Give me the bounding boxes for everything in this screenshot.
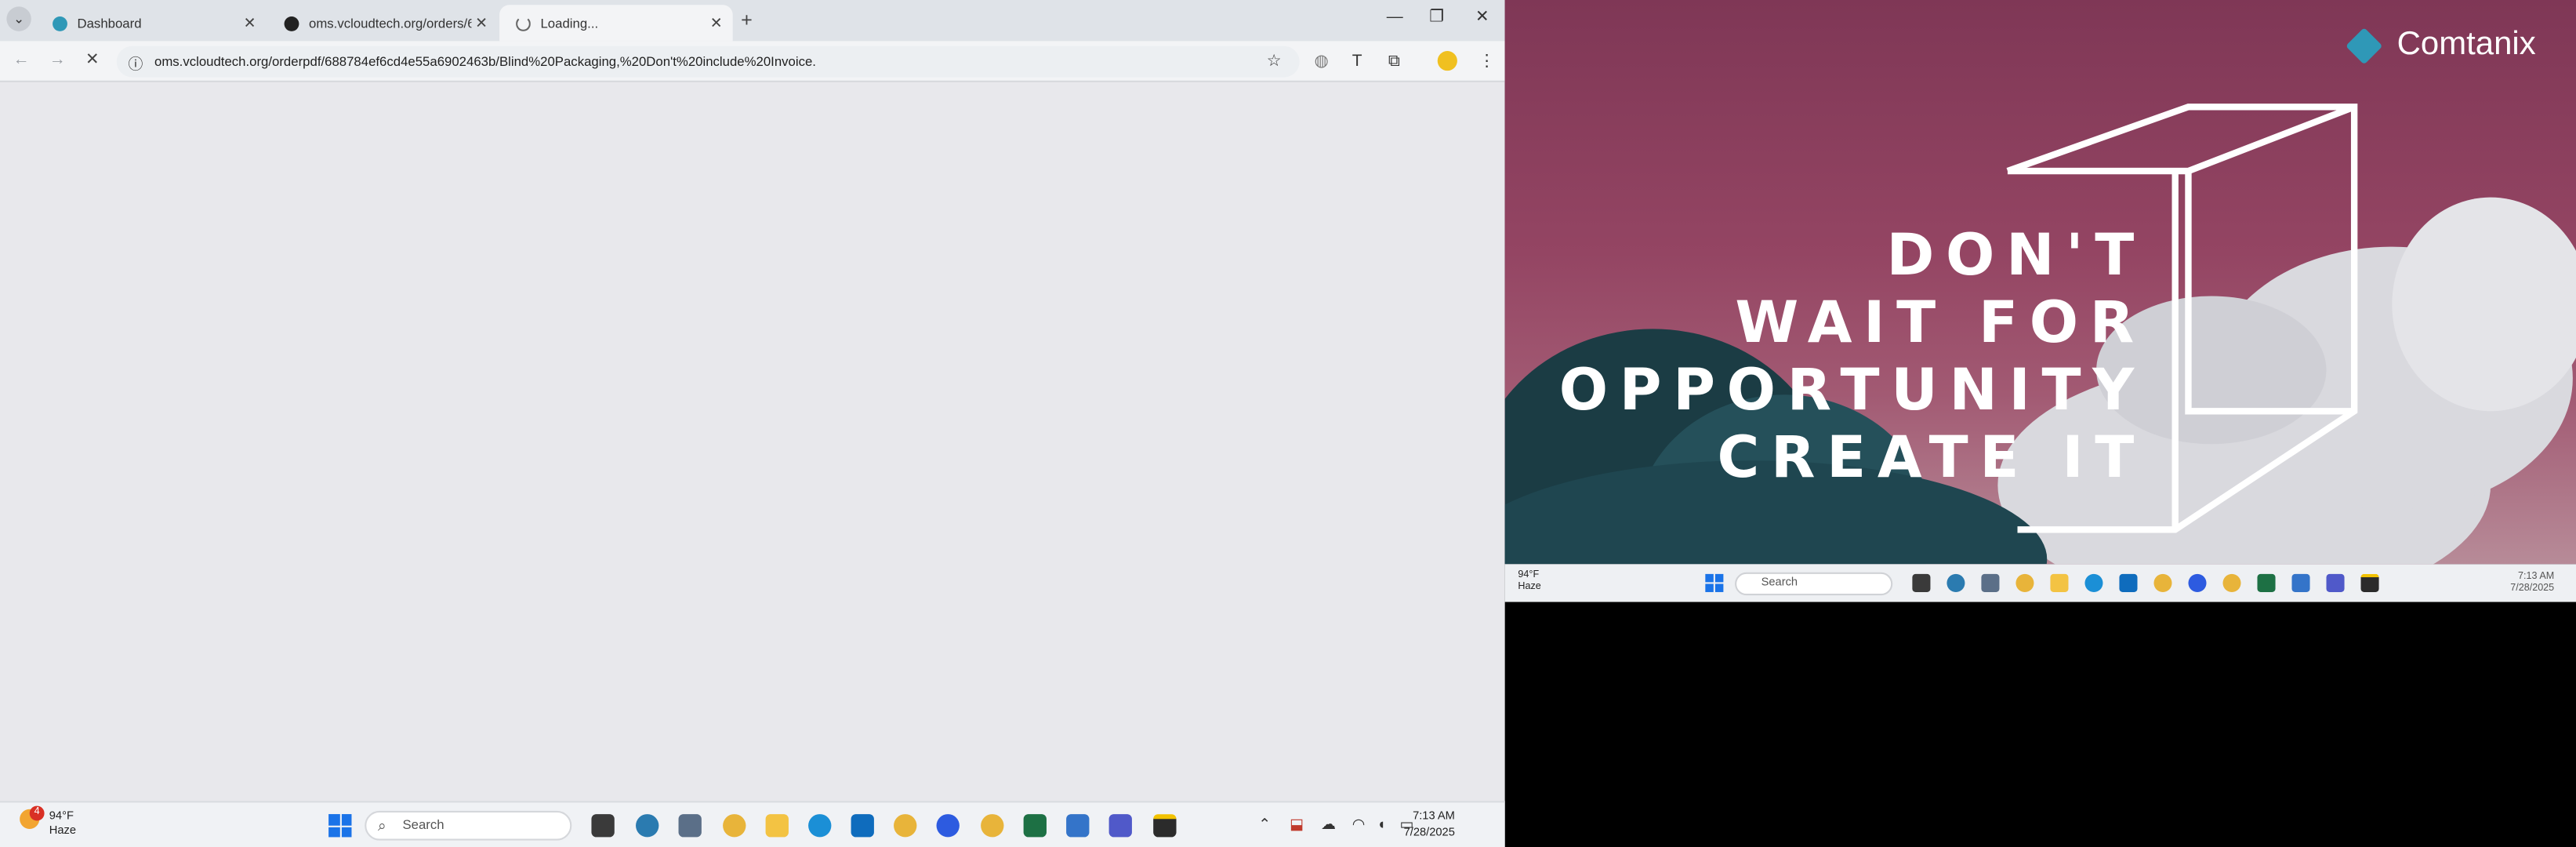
- remote-calculator-icon[interactable]: [1981, 573, 2000, 592]
- windows-taskbar: 4 94°F Haze ⌕ Search ⌃ ⬓ ☁ ◠ ◖ ▭ 7:13 AM…: [0, 801, 1505, 847]
- volume-icon[interactable]: ◖: [1377, 816, 1385, 832]
- tray-security-icon[interactable]: ⬓: [1290, 816, 1304, 834]
- new-tab-button[interactable]: +: [741, 8, 753, 31]
- comtanix-logo-icon: [2346, 26, 2383, 64]
- taskbar-clock[interactable]: 7:13 AM 7/28/2025: [1404, 809, 1455, 842]
- remote-zoom-icon[interactable]: [2188, 573, 2207, 592]
- search-placeholder: Search: [402, 817, 444, 833]
- remote-desktop-wallpaper: Comtanix DON'T WAIT FOR OPPORTUNITY CREA…: [1504, 0, 2576, 565]
- remote-file-explorer-icon[interactable]: [2050, 573, 2069, 592]
- tab-title: Dashboard: [77, 15, 142, 31]
- remote-clock-date: 7/28/2025: [2510, 583, 2555, 594]
- remote-chrome-profile-2-icon[interactable]: [2222, 573, 2241, 592]
- headline-line-3: OPPORTUNITY: [1558, 358, 2146, 425]
- clock-date: 7/28/2025: [1403, 827, 1455, 839]
- chrome-profile-2-icon[interactable]: [981, 814, 1004, 838]
- loading-spinner-icon: [516, 15, 531, 31]
- close-tab-icon[interactable]: ✕: [471, 14, 491, 32]
- excel-icon[interactable]: [1023, 814, 1047, 838]
- back-button[interactable]: ←: [13, 51, 30, 69]
- browser-window: ⌄ Dashboard ✕ oms.vcloudtech.org/orders/…: [0, 0, 1505, 847]
- tab-loading[interactable]: Loading... ✕: [499, 5, 733, 42]
- chrome-profile-icon[interactable]: [894, 814, 917, 838]
- remote-chrome-profile-icon[interactable]: [2153, 573, 2172, 592]
- weather-condition: Haze: [49, 825, 77, 838]
- search-icon: ⌕: [378, 817, 386, 834]
- app-globe-icon[interactable]: [636, 814, 659, 838]
- tab-title: Loading...: [540, 15, 599, 31]
- tab-dashboard[interactable]: Dashboard ✕: [36, 5, 266, 41]
- wifi-icon[interactable]: ◠: [1352, 816, 1365, 834]
- remote-taskbar: 94°F Haze Search 7:13 AM 7/28/2025: [1504, 564, 2576, 602]
- remote-clock-time: 7:13 AM: [2518, 572, 2555, 583]
- comtanix-logo: Comtanix: [2346, 26, 2536, 64]
- headline-line-4: CREATE IT: [1717, 426, 2146, 493]
- teams-icon[interactable]: [1108, 814, 1132, 838]
- remote-weather-condition: Haze: [1518, 582, 1541, 592]
- headline-line-1: DON'T: [1886, 224, 2146, 290]
- remote-weather-temp: 94°F: [1518, 570, 1540, 581]
- stop-loading-button[interactable]: ✕: [85, 51, 100, 69]
- bookmark-star-icon[interactable]: ☆: [1267, 53, 1282, 71]
- remote-search-placeholder: Search: [1761, 577, 1798, 589]
- tab-title: oms.vcloudtech.org/orders/68: [308, 15, 472, 31]
- tab-search-button[interactable]: ⌄: [6, 6, 31, 31]
- remote-weather-widget[interactable]: 94°F Haze: [1518, 571, 1540, 594]
- remote-taskbar-clock[interactable]: 7:13 AM 7/28/2025: [2510, 573, 2554, 595]
- weather-widget[interactable]: 4 94°F Haze: [20, 805, 77, 839]
- remote-taskbar-search[interactable]: Search: [1735, 572, 1893, 596]
- remote-task-view-icon[interactable]: [1912, 573, 1931, 592]
- tray-cloud-icon[interactable]: ☁: [1321, 816, 1336, 834]
- dashboard-favicon: [53, 15, 67, 31]
- brand-name: Comtanix: [2396, 26, 2536, 63]
- file-explorer-icon[interactable]: [765, 814, 789, 838]
- remote-chrome-icon[interactable]: [2015, 573, 2034, 592]
- close-tab-icon[interactable]: ✕: [240, 14, 259, 32]
- close-tab-icon[interactable]: ✕: [706, 14, 726, 32]
- outlook-icon[interactable]: [851, 814, 874, 838]
- headline-line-2: WAIT FOR: [1735, 291, 2146, 358]
- wallpaper-headline: DON'T WAIT FOR OPPORTUNITY CREATE IT: [1559, 224, 2146, 493]
- site-info-icon[interactable]: ⓘ: [128, 53, 143, 74]
- oms-favicon: [284, 15, 299, 31]
- remote-edge-icon[interactable]: [2084, 573, 2103, 592]
- weather-temp: 94°F: [49, 810, 74, 823]
- remote-globe-icon[interactable]: [1947, 573, 1965, 592]
- extension-globe-icon[interactable]: ◍: [1315, 53, 1329, 71]
- remote-teams-icon[interactable]: [2326, 573, 2345, 592]
- tray-chevron-icon[interactable]: ⌃: [1258, 816, 1271, 834]
- remote-photos-icon[interactable]: [2291, 573, 2310, 592]
- task-view-icon[interactable]: [591, 814, 615, 838]
- clock-time: 7:13 AM: [1413, 810, 1455, 823]
- browser-toolbar: ← → ✕ ⓘ oms.vcloudtech.org/orderpdf/6887…: [0, 41, 1505, 82]
- forward-button[interactable]: →: [49, 51, 66, 69]
- taskbar-search[interactable]: ⌕ Search: [365, 810, 572, 841]
- url-text[interactable]: oms.vcloudtech.org/orderpdf/688784ef6cd4…: [154, 54, 816, 69]
- restore-button[interactable]: ❐: [1429, 8, 1444, 26]
- photos-icon[interactable]: [1066, 814, 1090, 838]
- extensions-puzzle-icon[interactable]: ⧉: [1388, 53, 1400, 71]
- remote-sticky-notes-icon[interactable]: [2360, 573, 2379, 592]
- start-button[interactable]: [328, 814, 352, 838]
- edge-icon[interactable]: [808, 814, 832, 838]
- remote-start-button[interactable]: [1705, 573, 1724, 592]
- remote-excel-icon[interactable]: [2257, 573, 2276, 592]
- zoom-icon[interactable]: [936, 814, 960, 838]
- minimize-button[interactable]: —: [1387, 8, 1403, 26]
- text-extension-icon[interactable]: T: [1352, 53, 1362, 71]
- notification-badge: 4: [29, 805, 45, 821]
- remote-outlook-icon[interactable]: [2119, 573, 2138, 592]
- tab-strip: ⌄ Dashboard ✕ oms.vcloudtech.org/orders/…: [0, 0, 1505, 42]
- browser-menu-icon[interactable]: ⋮: [1478, 53, 1495, 71]
- sticky-notes-icon[interactable]: [1153, 814, 1177, 838]
- close-window-button[interactable]: ✕: [1475, 8, 1489, 26]
- calculator-icon[interactable]: [678, 814, 702, 838]
- tab-oms-orders[interactable]: oms.vcloudtech.org/orders/68 ✕: [268, 5, 498, 41]
- profile-avatar[interactable]: [1437, 51, 1457, 71]
- chrome-icon[interactable]: [723, 814, 746, 838]
